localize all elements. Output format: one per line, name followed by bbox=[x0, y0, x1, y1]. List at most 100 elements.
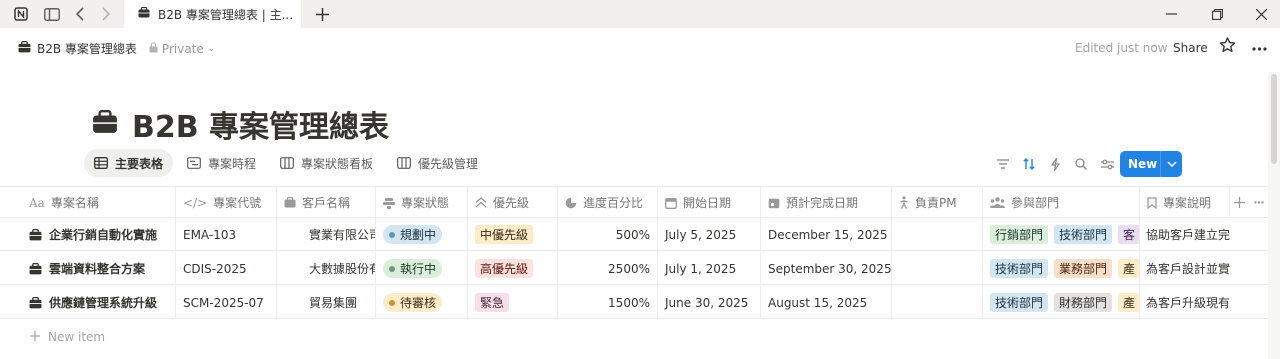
browser-tab[interactable]: B2B 專案管理總表 | 主... bbox=[124, 0, 301, 28]
restore-icon[interactable] bbox=[1198, 0, 1236, 28]
cell-name[interactable]: 供應鏈管理系統升級 bbox=[22, 286, 176, 319]
cell-departments[interactable]: 技術部門 財務部門 產 bbox=[983, 286, 1140, 319]
new-button-label[interactable]: New bbox=[1120, 157, 1160, 171]
cell-due-date[interactable]: September 30, 2025 bbox=[761, 252, 892, 285]
back-icon[interactable] bbox=[70, 0, 90, 28]
tab-timeline[interactable]: 專案時程 bbox=[177, 149, 266, 177]
page-title-text[interactable]: B2B 專案管理總表 bbox=[132, 102, 389, 146]
breadcrumb[interactable]: B2B 專案管理總表 Private ⌄ bbox=[18, 40, 215, 57]
department-tag: 技術部門 bbox=[1054, 225, 1113, 244]
column-header-name[interactable]: Aa 專案名稱 bbox=[22, 187, 176, 218]
column-header-priority[interactable]: 優先級 bbox=[468, 187, 558, 218]
column-header-label: 專案狀態 bbox=[401, 196, 450, 210]
column-header-pm[interactable]: 負責PM bbox=[892, 187, 983, 218]
status-dot bbox=[389, 299, 395, 306]
tab-main-table[interactable]: 主要表格 bbox=[84, 149, 174, 177]
cell-code[interactable]: SCM-2025-07 bbox=[176, 286, 277, 319]
vertical-scrollbar[interactable] bbox=[1268, 72, 1280, 359]
department-tag: 技術部門 bbox=[990, 259, 1049, 278]
column-header-label: 專案代號 bbox=[213, 196, 262, 210]
cell-start-date[interactable]: July 5, 2025 bbox=[658, 218, 761, 251]
cell-name[interactable]: 企業行銷自動化實施 bbox=[22, 218, 176, 251]
cell-pm[interactable] bbox=[892, 218, 983, 251]
cell-client[interactable]: 貿易集團 bbox=[277, 286, 376, 319]
column-header-status[interactable]: 專案狀態 bbox=[376, 187, 468, 218]
new-tab-icon[interactable] bbox=[310, 0, 334, 28]
cell-client[interactable]: 實業有限公司 bbox=[277, 218, 376, 251]
cell-code[interactable]: CDIS-2025 bbox=[176, 252, 277, 285]
briefcase-icon bbox=[29, 296, 42, 309]
column-header-label: 負責PM bbox=[915, 196, 957, 210]
cell-due-date[interactable]: December 15, 2025 bbox=[761, 218, 892, 251]
status-label: 規劃中 bbox=[400, 228, 437, 242]
cell-start-date[interactable]: June 30, 2025 bbox=[658, 286, 761, 319]
more-options-icon[interactable] bbox=[1252, 37, 1267, 55]
add-property-icon[interactable] bbox=[1232, 187, 1250, 218]
forward-icon[interactable] bbox=[96, 0, 116, 28]
cell-start-date[interactable]: July 1, 2025 bbox=[658, 252, 761, 285]
person-walking-icon bbox=[899, 196, 909, 209]
cell-code[interactable]: EMA-103 bbox=[176, 218, 277, 251]
filter-icon[interactable] bbox=[990, 151, 1016, 177]
column-header-code[interactable]: </> 專案代號 bbox=[176, 187, 277, 218]
department-tag: 客 bbox=[1118, 225, 1139, 244]
search-icon[interactable] bbox=[1068, 151, 1094, 177]
table-row[interactable]: 企業行銷自動化實施 EMA-103 實業有限公司 規劃中 中優先級 500% J… bbox=[0, 218, 1268, 251]
cell-departments[interactable]: 技術部門 業務部門 產 bbox=[983, 252, 1140, 285]
department-tag: 業務部門 bbox=[1054, 259, 1113, 278]
column-header-progress[interactable]: 進度百分比 bbox=[558, 187, 658, 218]
new-button[interactable]: New bbox=[1120, 151, 1182, 177]
column-header-due-date[interactable]: 預計完成日期 bbox=[761, 187, 892, 218]
cell-status[interactable]: 待審核 bbox=[376, 286, 468, 319]
cell-progress[interactable]: 2500% bbox=[558, 252, 658, 285]
cell-pm[interactable] bbox=[892, 286, 983, 319]
table-row[interactable]: 供應鏈管理系統升級 SCM-2025-07 貿易集團 待審核 緊急 1500% … bbox=[0, 286, 1268, 319]
priority-tag: 高優先級 bbox=[475, 259, 534, 278]
sort-icon[interactable] bbox=[1016, 151, 1042, 177]
priority-tag: 緊急 bbox=[475, 293, 510, 312]
cell-status[interactable]: 規劃中 bbox=[376, 218, 468, 251]
cell-priority[interactable]: 高優先級 bbox=[468, 252, 558, 285]
new-item-button[interactable]: New item bbox=[30, 329, 105, 345]
more-properties-icon[interactable] bbox=[1252, 187, 1268, 218]
cell-pm[interactable] bbox=[892, 252, 983, 285]
pie-chart-icon bbox=[565, 197, 577, 209]
privacy-selector[interactable]: Private ⌄ bbox=[149, 42, 215, 56]
tab-status-board[interactable]: 專案狀態看板 bbox=[270, 149, 383, 177]
cell-description[interactable]: 協助客戶建立完 bbox=[1140, 218, 1232, 251]
share-button[interactable]: Share bbox=[1173, 41, 1208, 55]
cell-progress[interactable]: 500% bbox=[558, 218, 658, 251]
cell-client[interactable]: 大數據股份有 bbox=[277, 252, 376, 285]
briefcase-icon bbox=[29, 262, 42, 275]
department-tag: 財務部門 bbox=[1054, 293, 1113, 312]
cell-name[interactable]: 雲端資料整合方案 bbox=[22, 252, 176, 285]
cell-description[interactable]: 為客戶升級現有 bbox=[1140, 286, 1232, 319]
table-row[interactable]: 雲端資料整合方案 CDIS-2025 大數據股份有 執行中 高優先級 2500%… bbox=[0, 252, 1268, 285]
sidebar-toggle-icon[interactable] bbox=[40, 0, 64, 28]
view-settings-icon[interactable] bbox=[1094, 151, 1120, 177]
column-header-client[interactable]: 客戶名稱 bbox=[277, 187, 376, 218]
cell-departments[interactable]: 行銷部門 技術部門 客 bbox=[983, 218, 1140, 251]
notion-logo-icon[interactable] bbox=[10, 0, 32, 28]
tab-label: 優先級管理 bbox=[418, 156, 479, 171]
column-header-description[interactable]: 專案說明 bbox=[1140, 187, 1230, 218]
cell-status[interactable]: 執行中 bbox=[376, 252, 468, 285]
column-header-label: 專案說明 bbox=[1163, 196, 1212, 210]
automation-lightning-icon[interactable] bbox=[1042, 151, 1068, 177]
scrollbar-thumb[interactable] bbox=[1271, 74, 1277, 164]
column-header-label: 優先級 bbox=[493, 196, 530, 210]
close-icon[interactable] bbox=[1242, 0, 1280, 28]
column-header-departments[interactable]: 參與部門 bbox=[983, 187, 1140, 218]
briefcase-icon[interactable] bbox=[92, 107, 118, 142]
cell-progress[interactable]: 1500% bbox=[558, 286, 658, 319]
cell-priority[interactable]: 緊急 bbox=[468, 286, 558, 319]
people-icon bbox=[990, 197, 1005, 208]
minimize-icon[interactable] bbox=[1152, 0, 1190, 28]
tab-priority-board[interactable]: 優先級管理 bbox=[387, 149, 488, 177]
column-header-start-date[interactable]: 開始日期 bbox=[658, 187, 761, 218]
chevron-down-icon[interactable] bbox=[1161, 161, 1182, 167]
cell-description[interactable]: 為客戶設計並實 bbox=[1140, 252, 1232, 285]
favorite-star-icon[interactable] bbox=[1219, 37, 1236, 58]
cell-due-date[interactable]: August 15, 2025 bbox=[761, 286, 892, 319]
cell-priority[interactable]: 中優先級 bbox=[468, 218, 558, 251]
